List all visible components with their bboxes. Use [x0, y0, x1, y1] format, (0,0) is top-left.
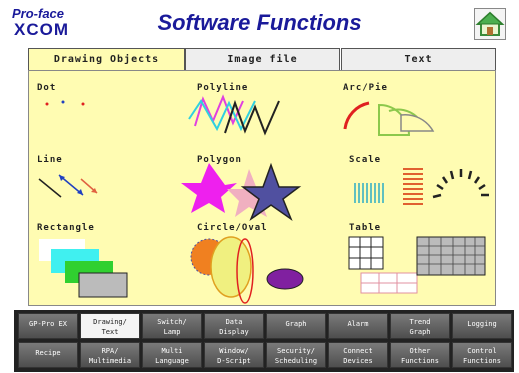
label-scale: Scale — [349, 155, 382, 165]
label-rectangle: Rectangle — [37, 223, 95, 233]
function-button-switch-lamp[interactable]: Switch/Lamp — [142, 313, 202, 339]
function-button-label: Trend — [409, 318, 431, 326]
function-button-logging[interactable]: Logging — [452, 313, 512, 339]
rectangle-sample — [39, 239, 128, 298]
function-button-data-display[interactable]: Data Display — [204, 313, 264, 339]
function-button-label: Alarm — [347, 320, 369, 328]
function-button-window-d-script[interactable]: Window/D-Script — [204, 342, 264, 368]
function-button-label: Security/ — [277, 347, 315, 355]
function-button-bar: GP-Pro EX Drawing/Text Switch/Lamp Data Disp… — [14, 310, 514, 372]
function-button-label: Window/ — [219, 347, 249, 355]
circle-oval-sample — [190, 236, 304, 304]
label-line: Line — [37, 155, 63, 165]
function-button-label: Other — [409, 347, 431, 355]
function-button-label: Logging — [467, 320, 497, 328]
label-polyline: Polyline — [197, 83, 249, 93]
function-button-label: Devices — [343, 357, 373, 365]
function-button-label: Language — [155, 357, 189, 365]
scale-sample — [354, 168, 489, 205]
function-button-label: Functions — [401, 357, 439, 365]
function-button-label: Text — [101, 328, 119, 336]
function-button-label: Multi — [161, 347, 183, 355]
function-button-graph[interactable]: Graph — [266, 313, 326, 339]
page-title: Software Functions — [157, 10, 362, 35]
function-button-label: Switch/ — [157, 318, 187, 326]
function-button-label: Functions — [463, 357, 501, 365]
function-button-label: Connect — [343, 347, 373, 355]
function-button-label: Graph — [285, 320, 307, 328]
polyline-sample — [188, 94, 280, 136]
function-button-label: Scheduling — [274, 357, 318, 365]
polygon-sample — [181, 162, 302, 222]
function-button-connect-devices[interactable]: Connect Devices — [328, 342, 388, 368]
function-button-control-functions[interactable]: Control Functions — [452, 342, 512, 368]
function-button-label: Data — [225, 318, 243, 326]
function-button-multi-language[interactable]: Multi Language — [142, 342, 202, 368]
function-button-label: Control — [467, 347, 497, 355]
function-button-label: Multimedia — [88, 357, 132, 365]
drawing-samples — [38, 94, 489, 304]
arc-pie-sample — [343, 101, 435, 136]
label-polygon: Polygon — [197, 155, 242, 165]
home-icon — [475, 11, 505, 36]
tab-drawing-objects[interactable]: Drawing Objects — [28, 48, 185, 72]
function-button-gp-pro-ex[interactable]: GP-Pro EX — [18, 313, 78, 339]
function-button-label: Display — [219, 328, 249, 336]
label-circle-oval: Circle/Oval — [197, 223, 268, 233]
function-button-label: Drawing/ — [93, 318, 127, 326]
label-dot: Dot — [37, 83, 57, 93]
function-button-rpa-multimedia[interactable]: RPA/Multimedia — [80, 342, 140, 368]
function-button-label: GP-Pro EX — [29, 320, 67, 328]
function-button-drawing-text[interactable]: Drawing/Text — [80, 313, 140, 339]
function-button-label: Lamp — [163, 328, 181, 336]
function-button-alarm[interactable]: Alarm — [328, 313, 388, 339]
function-button-label: Recipe — [35, 349, 61, 357]
drawing-objects-panel: Dot Polyline Arc/Pie Line Polygon Scale … — [28, 70, 496, 306]
label-table: Table — [349, 223, 382, 233]
label-arc-pie: Arc/Pie — [343, 83, 388, 93]
table-sample — [348, 236, 486, 294]
line-sample — [38, 174, 98, 198]
header: Pro-face XCOM Software Functions — [0, 0, 519, 44]
function-button-trend-graph[interactable]: Trend Graph — [390, 313, 450, 339]
tab-text[interactable]: Text — [341, 48, 496, 71]
function-button-label: RPA/ — [101, 347, 119, 355]
function-button-label: Graph — [409, 328, 431, 336]
function-button-recipe[interactable]: Recipe — [18, 342, 78, 368]
function-button-other-functions[interactable]: Other Functions — [390, 342, 450, 368]
function-button-label: D-Script — [217, 357, 251, 365]
home-button[interactable] — [474, 8, 506, 40]
function-button-security-scheduling[interactable]: Security/Scheduling — [266, 342, 326, 368]
dot-sample — [45, 100, 85, 106]
tab-image-file[interactable]: Image file — [185, 48, 340, 71]
